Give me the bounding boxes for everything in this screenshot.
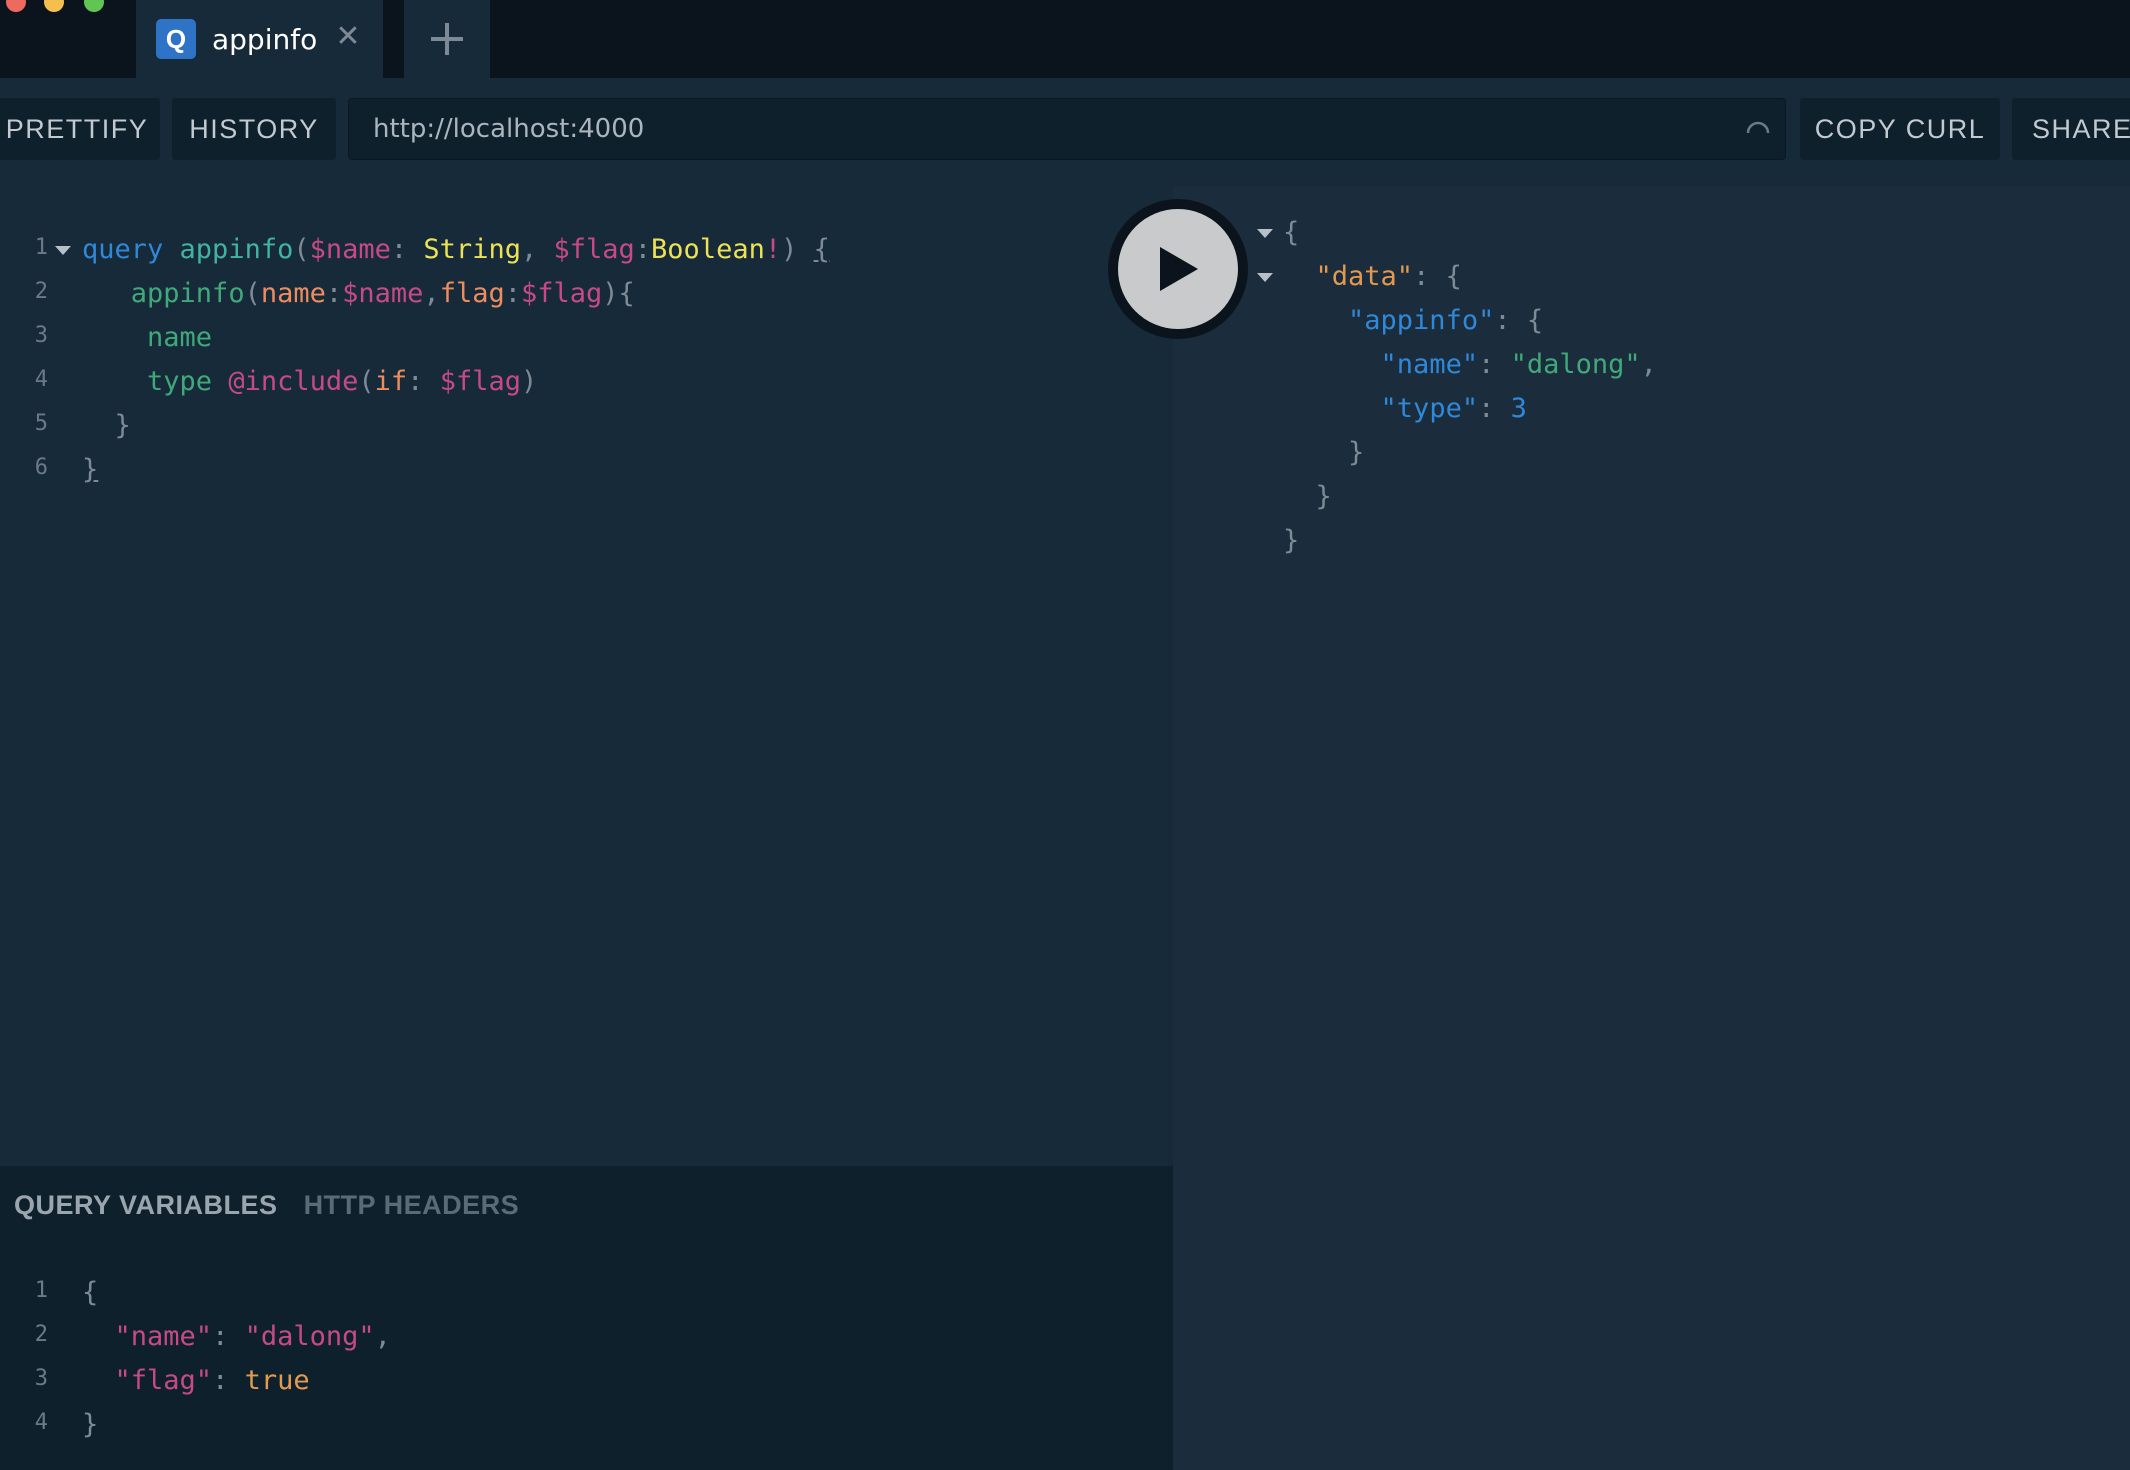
loading-spinner-icon: [1746, 121, 1770, 134]
play-icon: [1160, 247, 1198, 291]
result-line: "appinfo": {: [1348, 305, 1544, 336]
line-number: 3: [34, 1366, 48, 1391]
variables-line[interactable]: {: [82, 1271, 98, 1315]
chevron-down-icon[interactable]: [55, 246, 71, 255]
endpoint-url-input[interactable]: [348, 98, 1786, 160]
result-line: {: [1283, 217, 1300, 248]
code-line: }: [114, 410, 131, 441]
toolbar: PRETTIFY HISTORY COPY CURL SHARE: [0, 78, 2130, 186]
graphql-playground-window: Q appinfo ✕ PRETTIFY HISTORY COPY CURL S…: [0, 0, 2130, 1470]
query-editor[interactable]: 1 2 3 4 5 6 query appinfo($name: String,…: [0, 186, 1173, 1166]
line-number: 5: [34, 411, 48, 436]
result-line: }: [1348, 437, 1365, 468]
variables-tabs: QUERY VARIABLES HTTP HEADERS: [14, 1190, 537, 1221]
close-window-icon[interactable]: [6, 0, 26, 12]
line-number: 1: [34, 235, 48, 260]
prettify-button[interactable]: PRETTIFY: [0, 98, 160, 160]
graphql-q-icon: Q: [156, 19, 196, 59]
title-bar: Q appinfo ✕: [0, 0, 2130, 78]
run-query-button[interactable]: [1118, 209, 1238, 329]
share-button[interactable]: SHARE: [2012, 98, 2130, 160]
variables-panel: QUERY VARIABLES HTTP HEADERS 1 2 3 4 { "…: [0, 1166, 1173, 1470]
result-line: "data": {: [1315, 261, 1462, 292]
code-line: appinfo(name:$name,flag:$flag){: [130, 278, 635, 309]
line-number: 4: [34, 367, 48, 392]
history-button[interactable]: HISTORY: [172, 98, 336, 160]
add-tab-button[interactable]: [404, 0, 490, 78]
maximize-window-icon[interactable]: [84, 0, 104, 12]
line-number: 3: [34, 323, 48, 348]
copy-curl-button[interactable]: COPY CURL: [1800, 98, 2000, 160]
close-icon[interactable]: ✕: [333, 22, 363, 52]
chevron-down-icon[interactable]: [1257, 273, 1273, 282]
line-number: 4: [34, 1410, 48, 1435]
plus-icon: [431, 23, 463, 55]
result-line: "type": 3: [1380, 393, 1527, 424]
line-number: 1: [34, 1278, 48, 1303]
tab-query-variables[interactable]: QUERY VARIABLES: [14, 1190, 278, 1221]
variables-line[interactable]: "flag": true: [82, 1359, 310, 1403]
tab-http-headers[interactable]: HTTP HEADERS: [304, 1190, 520, 1221]
variables-line[interactable]: }: [82, 1403, 98, 1447]
line-number: 6: [34, 455, 48, 480]
result-pane: { "data": { "appinfo": { "name": "dalong…: [1173, 186, 2130, 1470]
code-line: name: [147, 322, 213, 353]
tab-appinfo[interactable]: Q appinfo ✕: [136, 0, 383, 78]
result-line: }: [1283, 525, 1300, 556]
minimize-window-icon[interactable]: [44, 0, 64, 12]
line-number: 2: [34, 279, 48, 304]
code-line: }: [82, 454, 99, 485]
line-number: 2: [34, 1322, 48, 1347]
chevron-down-icon[interactable]: [1257, 229, 1273, 238]
code-line: query appinfo($name: String, $flag:Boole…: [82, 234, 830, 265]
result-line: }: [1315, 481, 1332, 512]
code-line: type @include(if: $flag): [147, 366, 538, 397]
result-line: "name": "dalong",: [1380, 349, 1657, 380]
variables-line[interactable]: "name": "dalong",: [82, 1315, 391, 1359]
tab-title: appinfo: [212, 22, 318, 56]
